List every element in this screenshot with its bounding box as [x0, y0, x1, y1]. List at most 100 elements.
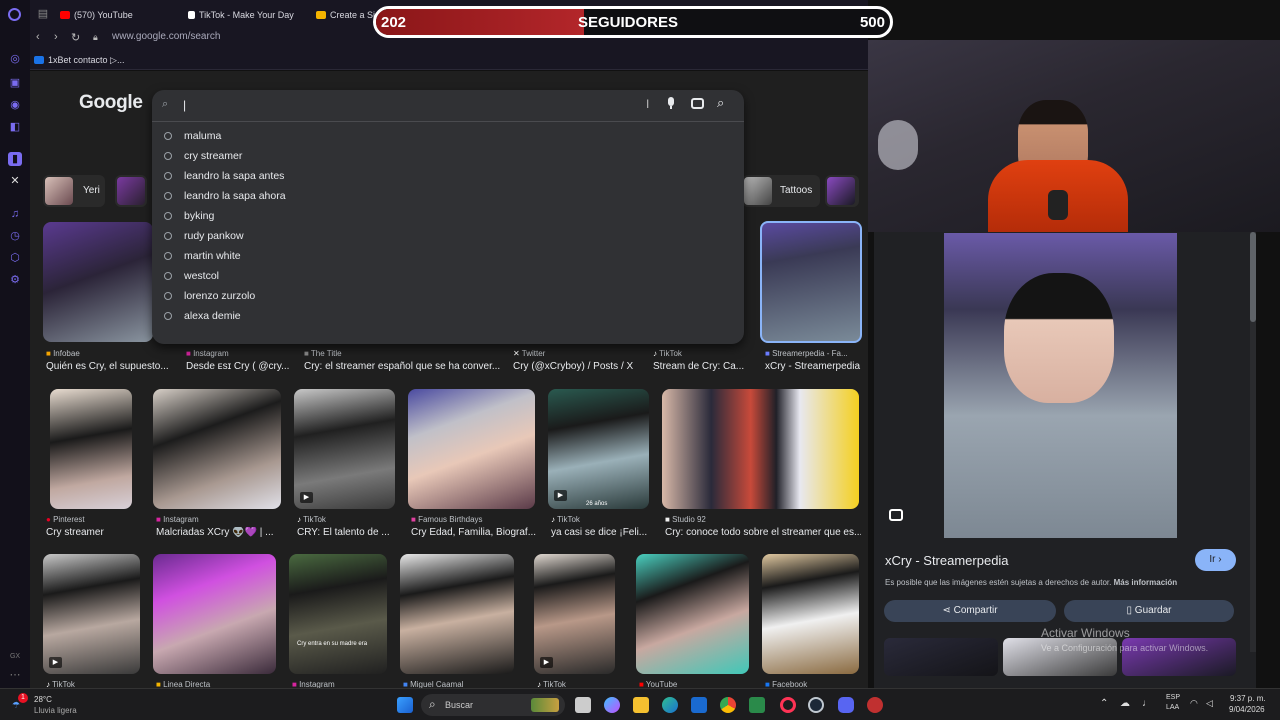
app-icon[interactable] [867, 697, 883, 713]
history-icon[interactable]: ◷ [8, 229, 22, 243]
url-field[interactable]: www.google.com/search [112, 31, 220, 42]
image-result-studio92[interactable] [662, 389, 859, 509]
lang-bottom[interactable]: LAA [1166, 704, 1179, 711]
suggestion-item[interactable]: westcol [184, 270, 219, 282]
suggestion-item[interactable]: maluma [184, 130, 221, 142]
tab-tiktok[interactable]: TikTok - Make Your Day [188, 6, 294, 24]
aria-icon[interactable]: ◎ [8, 52, 22, 66]
caption-row1-3[interactable]: Cry (@xCryboy) / Posts / X [513, 361, 643, 372]
steam-icon[interactable] [808, 697, 824, 713]
scrollbar-thumb[interactable] [1250, 232, 1256, 322]
chip-tattoos[interactable]: Tattoos [742, 175, 820, 207]
voice-search-icon[interactable] [666, 96, 676, 110]
copilot-icon[interactable] [604, 697, 620, 713]
caption-row1-2[interactable]: Cry: el streamer español que se ha conve… [304, 361, 500, 372]
image-result-tiktok-2[interactable]: ▶ 26 años [548, 389, 649, 509]
share-button[interactable]: ⋖ Compartir [884, 600, 1056, 622]
chip-partial[interactable] [115, 175, 147, 207]
forward-button[interactable]: › [54, 31, 58, 43]
chip-yeri[interactable]: Yeri [43, 175, 105, 207]
tab-youtube[interactable]: (570) YouTube [60, 6, 133, 24]
store-icon[interactable] [691, 697, 707, 713]
image-result-famous-birthdays[interactable] [408, 389, 535, 509]
twitch-icon[interactable]: ▮ [8, 152, 22, 166]
related-image-1[interactable] [884, 638, 998, 676]
weather-desc[interactable]: Lluvia ligera [34, 706, 77, 715]
caption-row2-1[interactable]: Malcriadas XCry 👽💜 | ... [156, 527, 282, 538]
music-icon[interactable]: ♫ [8, 207, 22, 221]
notepad-icon[interactable] [749, 697, 765, 713]
image-result-tiktok-1[interactable]: ▶ [294, 389, 395, 509]
weather-temp[interactable]: 28°C [34, 695, 52, 704]
messenger-icon[interactable]: ◧ [8, 120, 22, 134]
reload-button[interactable]: ↻ [71, 31, 80, 44]
go-button[interactable]: Ir › [1195, 549, 1236, 571]
clock-time[interactable]: 9:37 p. m. [1230, 694, 1266, 703]
image-result-miguel-caamal[interactable] [400, 554, 514, 674]
image-result-facebook[interactable] [762, 554, 859, 674]
google-search-icon[interactable]: ⌕ [717, 95, 724, 111]
image-result-tiktok-3[interactable]: ▶ [43, 554, 140, 674]
image-result-streamerpedia-selected[interactable] [760, 221, 862, 343]
suggestion-item[interactable]: alexa demie [184, 310, 241, 322]
cloud-icon[interactable]: ☁ [1120, 698, 1130, 709]
workspace-icon[interactable]: ▤ [36, 7, 50, 21]
more-icon[interactable]: ⋯ [8, 668, 22, 682]
suggestion-item[interactable]: martin white [184, 250, 241, 262]
discord-icon[interactable]: ◉ [8, 98, 22, 112]
task-view-icon[interactable] [575, 697, 591, 713]
lens-search-icon[interactable] [691, 98, 704, 109]
panel-scrollbar[interactable] [1250, 232, 1256, 652]
discord-icon[interactable] [838, 697, 854, 713]
image-result-pinterest[interactable] [50, 389, 132, 509]
lens-icon[interactable] [889, 509, 903, 521]
back-button[interactable]: ‹ [36, 31, 40, 43]
google-logo[interactable]: Google [79, 92, 143, 114]
settings-gear-icon[interactable]: ⚙ [8, 273, 22, 287]
suggestion-item[interactable]: leandro la sapa antes [184, 170, 284, 182]
image-result-instagram-2[interactable]: Cry entra en su madre era [289, 554, 387, 674]
clock-date[interactable]: 9/04/2026 [1229, 705, 1265, 714]
suggestion-item[interactable]: cry streamer [184, 150, 242, 162]
mic-tray-icon[interactable]: ♩ [1142, 698, 1152, 709]
taskbar-search[interactable]: ⌕ Buscar [421, 694, 565, 716]
image-result-youtube[interactable] [636, 554, 749, 674]
caption-row1-1[interactable]: Desde ᴇsɪ Cry ( @cry... [186, 361, 290, 372]
caption-row1-5[interactable]: xCry - Streamerpedia [765, 361, 861, 372]
lang-top[interactable]: ESP [1166, 694, 1180, 701]
suggestion-item[interactable]: lorenzo zurzolo [184, 290, 255, 302]
bookmark-1xbet[interactable]: 1xBet contacto ▷... [34, 51, 124, 69]
wifi-icon[interactable]: ◠ [1190, 698, 1198, 709]
tray-chevron-icon[interactable]: ⌃ [1100, 698, 1108, 709]
suggestion-item[interactable]: byking [184, 210, 214, 222]
gx-control-icon[interactable]: ▣ [8, 76, 22, 90]
caption-row1-4[interactable]: Stream de Cry: Ca... [653, 361, 749, 372]
caption-row1-0[interactable]: Quién es Cry, el supuesto... [46, 361, 168, 372]
chrome-icon[interactable] [720, 697, 736, 713]
windows-start-icon[interactable] [397, 697, 413, 713]
image-result-tiktok-4[interactable]: ▶ [534, 554, 615, 674]
caption-row2-2[interactable]: CRY: El talento de ... [297, 527, 397, 538]
caption-row2-5[interactable]: Cry: conoce todo sobre el streamer que e… [665, 527, 861, 538]
image-result-infobae[interactable] [43, 222, 153, 342]
caption-row2-3[interactable]: Cry Edad, Familia, Biograf... [411, 527, 537, 538]
suggestion-item[interactable]: leandro la sapa ahora [184, 190, 286, 202]
file-explorer-icon[interactable] [633, 697, 649, 713]
suggestion-item[interactable]: rudy pankow [184, 230, 244, 242]
edge-icon[interactable] [662, 697, 678, 713]
opera-gx-icon[interactable] [780, 697, 796, 713]
image-result-linea-directa[interactable] [153, 554, 276, 674]
save-button[interactable]: ▯ Guardar [1064, 600, 1234, 622]
opera-gx-logo-icon[interactable] [8, 8, 21, 21]
panel-title[interactable]: xCry - Streamerpedia [885, 553, 1009, 568]
extensions-icon[interactable]: ⬡ [8, 251, 22, 265]
chip-partial-right[interactable] [825, 175, 859, 207]
caption-row2-0[interactable]: Cry streamer [46, 527, 146, 538]
caption-row2-4[interactable]: ya casi se dice ¡Feli... [551, 527, 651, 538]
preview-image[interactable] [944, 233, 1177, 538]
tab-create[interactable]: Create a Si [316, 6, 375, 24]
image-result-instagram[interactable] [153, 389, 281, 509]
more-info-link[interactable]: Más información [1114, 578, 1178, 587]
volume-icon[interactable]: ◁ [1206, 698, 1213, 709]
search-input[interactable]: | [183, 98, 633, 114]
